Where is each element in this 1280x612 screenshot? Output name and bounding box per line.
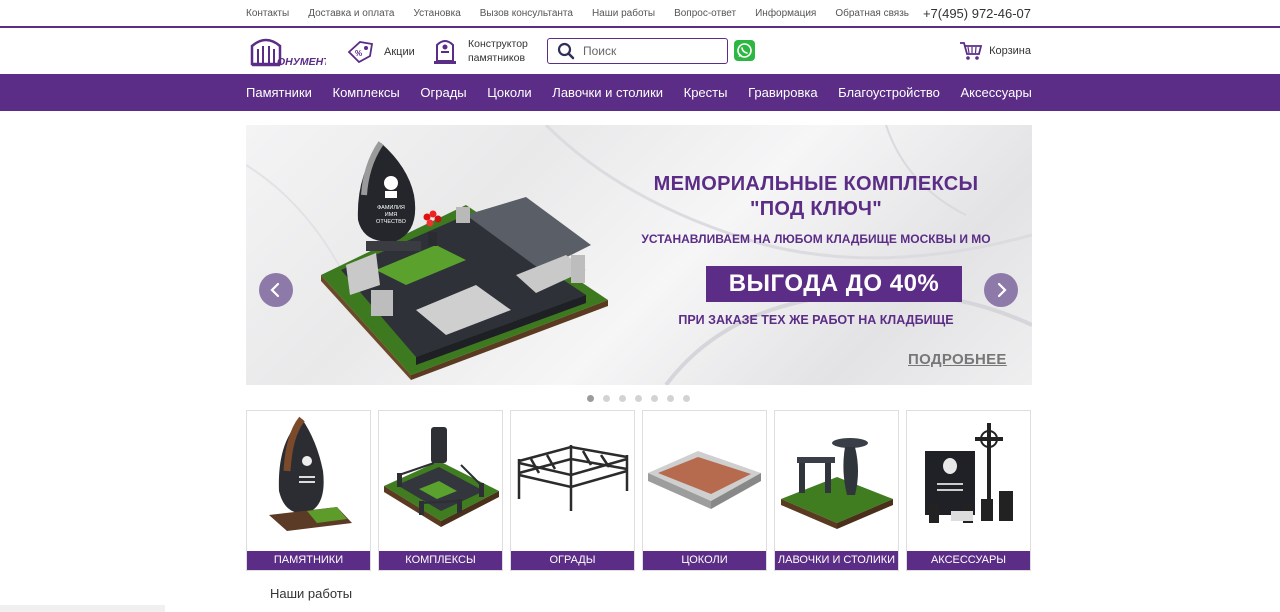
horizontal-scrollbar[interactable]: [0, 605, 165, 612]
slider-dot-1[interactable]: [587, 395, 594, 402]
logo-icon: ОНУМЕНТ: [250, 38, 331, 68]
slider-dot-6[interactable]: [667, 395, 674, 402]
nav-item-monuments[interactable]: Памятники: [246, 85, 312, 100]
nav-item-benches[interactable]: Лавочки и столики: [552, 85, 663, 100]
nav-item-complexes[interactable]: Комплексы: [333, 85, 400, 100]
top-link-info[interactable]: Информация: [755, 8, 816, 19]
slide-title: МЕМОРИАЛЬНЫЕ КОМПЛЕКСЫ "ПОД КЛЮЧ": [616, 172, 1016, 222]
category-label: ЦОКОЛИ: [643, 551, 766, 570]
header: ОНУМЕНТ % Акции Конструктор памятников П…: [0, 28, 1280, 74]
slider-dot-7[interactable]: [683, 395, 690, 402]
nav-item-fences[interactable]: Ограды: [420, 85, 466, 100]
top-link-installation[interactable]: Установка: [413, 8, 460, 19]
category-label: ПАМЯТНИКИ: [247, 551, 370, 570]
plinth-image: [648, 451, 761, 509]
nav-item-landscaping[interactable]: Благоустройство: [838, 85, 940, 100]
category-card-benches[interactable]: ЛАВОЧКИ И СТОЛИКИ: [774, 410, 899, 571]
slider-dot-5[interactable]: [651, 395, 658, 402]
slide-more-link[interactable]: ПОДРОБНЕЕ: [908, 351, 1007, 368]
slider-dot-3[interactable]: [619, 395, 626, 402]
nav-item-engraving[interactable]: Гравировка: [748, 85, 818, 100]
category-card-accessories[interactable]: АКСЕССУАРЫ: [906, 410, 1031, 571]
category-card-complexes[interactable]: КОМПЛЕКСЫ: [378, 410, 503, 571]
promo-link[interactable]: % Акции: [346, 40, 415, 64]
whatsapp-icon[interactable]: [734, 40, 755, 61]
category-label: ОГРАДЫ: [511, 551, 634, 570]
chevron-left-icon: [270, 282, 280, 298]
category-card-monuments[interactable]: ПАМЯТНИКИ: [246, 410, 371, 571]
nav-item-plinths[interactable]: Цоколи: [487, 85, 531, 100]
chevron-right-icon: [997, 282, 1007, 298]
main-nav: Памятники Комплексы Ограды Цоколи Лавочк…: [0, 74, 1280, 111]
cart-icon: [960, 42, 983, 60]
category-card-plinths[interactable]: ЦОКОЛИ: [642, 410, 767, 571]
constructor-link[interactable]: Конструктор памятников: [432, 37, 528, 65]
cart-label: Корзина: [989, 45, 1031, 57]
accessories-image: [925, 423, 1013, 523]
nav-item-accessories[interactable]: Аксессуары: [960, 85, 1031, 100]
slider-prev-button[interactable]: [259, 273, 293, 307]
memorial-complex-image: ФАМИЛИЯ ИМЯ ОТЧЕСТВО: [321, 141, 608, 380]
category-card-fences[interactable]: ОГРАДЫ: [510, 410, 635, 571]
top-link-works[interactable]: Наши работы: [592, 8, 655, 19]
top-bar: Контакты Доставка и оплата Установка Выз…: [0, 0, 1280, 28]
search-box[interactable]: [547, 38, 728, 64]
stone-text-surname: ФАМИЛИЯ: [377, 205, 405, 211]
top-link-feedback[interactable]: Обратная связь: [835, 8, 909, 19]
search-input[interactable]: [583, 44, 713, 58]
category-label: ЛАВОЧКИ И СТОЛИКИ: [775, 551, 898, 570]
constructor-label-1: Конструктор: [468, 38, 528, 50]
bench-table-image: [781, 438, 893, 529]
stone-text-patronymic: ОТЧЕСТВО: [376, 219, 407, 225]
top-link-delivery[interactable]: Доставка и оплата: [308, 8, 394, 19]
complex-image: [384, 427, 499, 527]
cart-link[interactable]: Корзина: [959, 41, 1031, 61]
constructor-label-2: памятников: [468, 52, 526, 64]
category-label: КОМПЛЕКСЫ: [379, 551, 502, 570]
svg-text:%: %: [355, 49, 362, 58]
logo-text: ОНУМЕНТ: [277, 56, 326, 68]
tag-icon: %: [347, 41, 374, 64]
section-title-our-works: Наши работы: [270, 586, 353, 601]
slider-dot-2[interactable]: [603, 395, 610, 402]
slider-dots: [587, 395, 690, 402]
search-icon[interactable]: [557, 42, 575, 60]
promo-label: Акции: [384, 46, 415, 58]
top-links: Контакты Доставка и оплата Установка Выз…: [246, 8, 928, 19]
slide-title-line-1: МЕМОРИАЛЬНЫЕ КОМПЛЕКСЫ: [653, 173, 979, 195]
slide-subtitle: УСТАНАВЛИВАЕМ НА ЛЮБОМ КЛАДБИЩЕ МОСКВЫ И…: [641, 232, 991, 246]
category-label: АКСЕССУАРЫ: [907, 551, 1030, 570]
fence-image: [517, 445, 629, 511]
nav-item-crosses[interactable]: Кресты: [684, 85, 728, 100]
category-grid: ПАМЯТНИКИ КОМПЛЕКСЫ ОГРАДЫ ЦОКОЛИ ЛАВОЧК…: [246, 410, 1032, 571]
slide-note: ПРИ ЗАКАЗЕ ТЕХ ЖЕ РАБОТ НА КЛАДБИЩЕ: [678, 313, 954, 327]
top-link-consultant[interactable]: Вызов консультанта: [480, 8, 573, 19]
top-link-contacts[interactable]: Контакты: [246, 8, 289, 19]
site-logo[interactable]: ОНУМЕНТ: [250, 34, 331, 68]
slide-discount-badge: ВЫГОДА ДО 40%: [706, 266, 962, 302]
stone-text-name: ИМЯ: [385, 212, 398, 218]
monument-image: [269, 416, 352, 531]
hero-slider: ФАМИЛИЯ ИМЯ ОТЧЕСТВО МЕМОРИАЛЬНЫЕ КОМПЛЕ…: [246, 125, 1032, 385]
phone-number[interactable]: +7(495) 972-46-07: [923, 6, 1031, 21]
slider-next-button[interactable]: [984, 273, 1018, 307]
slide-title-line-2: "ПОД КЛЮЧ": [749, 198, 883, 220]
top-link-faq[interactable]: Вопрос-ответ: [674, 8, 736, 19]
slider-dot-4[interactable]: [635, 395, 642, 402]
monument-constructor-icon: [434, 40, 456, 64]
